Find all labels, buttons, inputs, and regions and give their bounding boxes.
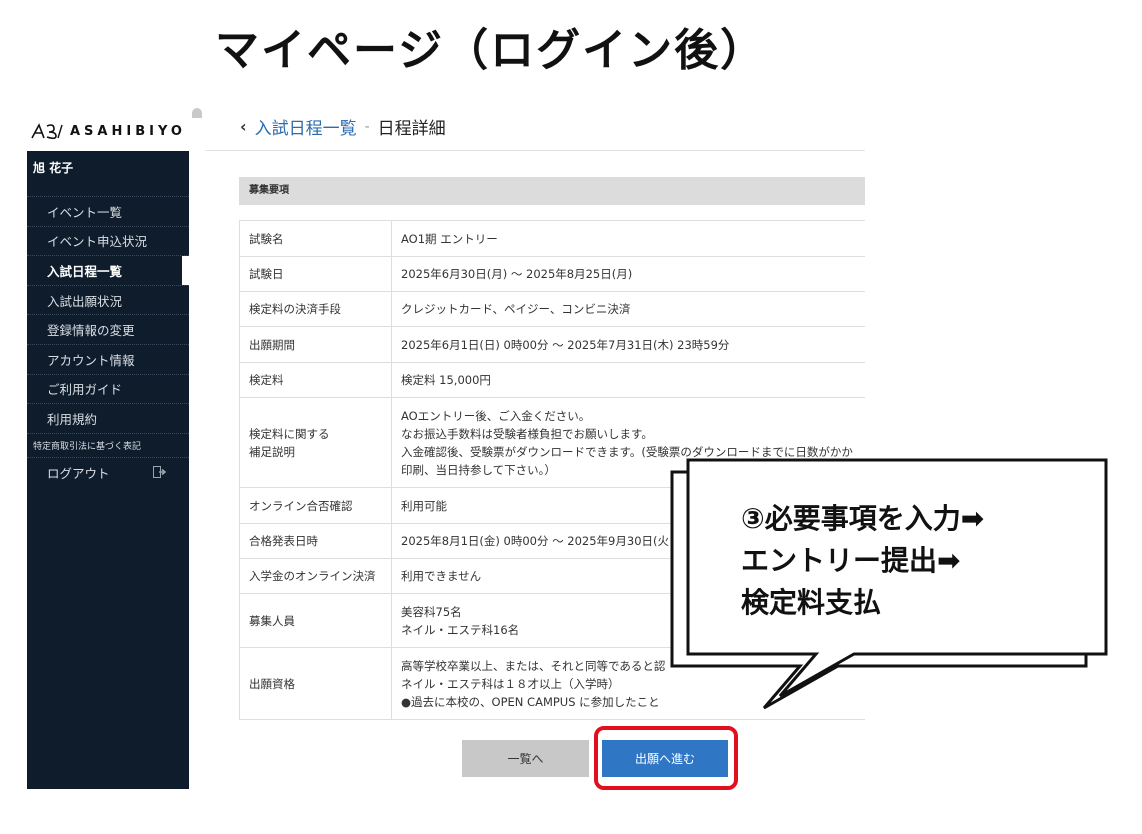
highlight-frame [594, 726, 738, 790]
row-label: 合格発表日時 [239, 523, 392, 559]
sidebar-item-edit-registration[interactable]: 登録情報の変更 [27, 314, 189, 344]
sidebar: 旭 花子 イベント一覧 イベント申込状況 入試日程一覧 入試出願状況 登録情報の… [27, 151, 190, 789]
sidebar-item-event-applications[interactable]: イベント申込状況 [27, 225, 189, 256]
sidebar-item-terms[interactable]: 利用規約 [27, 403, 189, 433]
header-divider [205, 150, 865, 151]
row-label: オンライン合否確認 [239, 487, 392, 524]
breadcrumb: ‹ 入試日程一覧 - 日程詳細 [240, 114, 446, 139]
sidebar-item-account-info[interactable]: アカウント情報 [27, 343, 189, 374]
scrollbar-thumb[interactable] [192, 108, 202, 118]
row-label: 検定料に関する 補足説明 [239, 397, 392, 488]
sidebar-item-logout[interactable]: ログアウト [27, 456, 189, 487]
sidebar-item-application-status[interactable]: 入試出願状況 [27, 284, 189, 315]
sidebar-item-event-list[interactable]: イベント一覧 [27, 196, 189, 226]
breadcrumb-link-exam-schedule[interactable]: 入試日程一覧 [255, 114, 357, 139]
row-value: 検定料 15,000円 [391, 362, 865, 398]
brand-name: ASAHIBIYO [70, 123, 186, 139]
table-row: 試験名 AO1期 エントリー [239, 220, 865, 257]
callout-text: ③必要事項を入力➡ エントリー提出➡ 検定料支払 [741, 498, 984, 624]
slide-title: マイページ（ログイン後） [215, 25, 767, 76]
brand-logo[interactable]: ASAHIBIYO [30, 118, 190, 144]
logout-label: ログアウト [47, 465, 110, 481]
sidebar-item-user-guide[interactable]: ご利用ガイド [27, 373, 189, 404]
table-row: 試験日 2025年6月30日(月) ～ 2025年8月25日(月) [239, 256, 865, 292]
callout-line: ③必要事項を入力➡ [741, 502, 985, 535]
row-value: AO1期 エントリー [391, 220, 865, 257]
sidebar-item-commerce-law[interactable]: 特定商取引法に基づく表記 [27, 432, 189, 457]
row-label: 検定料 [239, 362, 392, 398]
row-value: 2025年6月30日(月) ～ 2025年8月25日(月) [391, 256, 865, 292]
table-row: 検定料 検定料 15,000円 [239, 362, 865, 398]
sidebar-item-exam-schedule[interactable]: 入試日程一覧 [27, 255, 190, 285]
logout-icon [153, 465, 167, 478]
row-label: 入学金のオンライン決済 [239, 558, 392, 594]
breadcrumb-separator: - [364, 118, 370, 135]
back-to-list-button[interactable]: 一覧へ [462, 740, 589, 777]
table-row: 出願期間 2025年6月1日(日) 0時00分 ～ 2025年7月31日(木) … [239, 326, 865, 363]
section-title: 募集要項 [239, 177, 865, 205]
row-value: クレジットカード、ペイジー、コンビニ決済 [391, 291, 865, 327]
row-value: 2025年6月1日(日) 0時00分 ～ 2025年7月31日(木) 23時59… [391, 326, 865, 363]
sidebar-menu: イベント一覧 イベント申込状況 入試日程一覧 入試出願状況 登録情報の変更 アカ… [27, 196, 190, 487]
callout-line: 検定料支払 [741, 586, 882, 619]
table-row: 検定料の決済手段 クレジットカード、ペイジー、コンビニ決済 [239, 291, 865, 327]
chevron-left-icon[interactable]: ‹ [240, 117, 247, 136]
row-label: 募集人員 [239, 593, 392, 648]
row-label: 試験日 [239, 256, 392, 292]
callout-line: エントリー提出➡ [741, 544, 961, 577]
row-label: 出願資格 [239, 647, 392, 720]
row-label: 試験名 [239, 220, 392, 257]
row-label: 検定料の決済手段 [239, 291, 392, 327]
asahibiyo-logo-icon [31, 123, 63, 140]
user-name: 旭 花子 [33, 161, 74, 175]
row-label: 出願期間 [239, 326, 392, 363]
breadcrumb-current: 日程詳細 [377, 119, 446, 139]
